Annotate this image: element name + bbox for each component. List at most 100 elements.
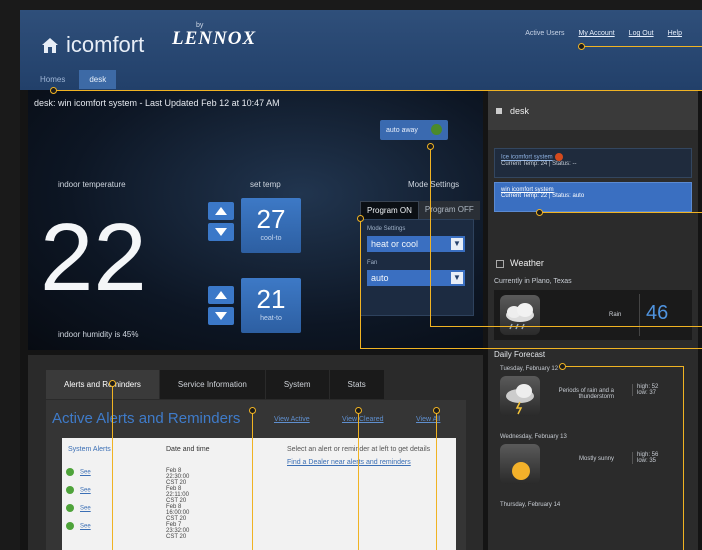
arrow-down-icon <box>215 228 227 236</box>
callout-dot <box>109 380 116 387</box>
program-on-tab[interactable]: Program ON <box>360 201 419 220</box>
view-cleared-link[interactable]: View Cleared <box>342 416 384 423</box>
daily-forecast-title: Daily Forecast <box>494 350 546 359</box>
program-tabs: Program ON Program OFF <box>360 201 480 220</box>
callout-dot <box>559 363 566 370</box>
header-links: Active Users My Account Log Out Help <box>525 30 682 37</box>
sun-cloud-icon <box>500 444 540 484</box>
callout-dot <box>355 407 362 414</box>
callout-line <box>582 46 702 47</box>
system-name[interactable]: Ice icomfort system <box>501 155 553 161</box>
fan-label: Fan <box>367 260 378 266</box>
heat-setpoint[interactable]: 21 heat-to <box>241 278 301 333</box>
system-item-1[interactable]: Ice icomfort system Current Temp: 24 | S… <box>494 148 692 178</box>
callout-line <box>436 410 437 550</box>
see-link[interactable]: See <box>80 506 91 512</box>
see-link[interactable]: See <box>80 470 91 476</box>
home-tabs: Homes desk <box>30 70 117 89</box>
weather-icon <box>496 260 504 268</box>
view-active-link[interactable]: View Active <box>274 416 310 423</box>
auto-away-button[interactable]: auto away <box>380 120 448 140</box>
heat-down-button[interactable] <box>208 307 234 325</box>
auto-away-label: auto away <box>386 126 418 134</box>
check-icon <box>66 504 74 512</box>
cool-down-button[interactable] <box>208 223 234 241</box>
rain-cloud-icon <box>500 295 540 335</box>
find-dealer-link[interactable]: Find a Dealer near alerts and reminders <box>287 459 437 466</box>
callout-line <box>360 348 702 349</box>
panel-title: desk: win icomfort system - Last Updated… <box>34 98 280 108</box>
mode-field-label: Mode Settings <box>367 226 406 232</box>
fan-select[interactable]: auto ▼ <box>367 270 465 286</box>
callout-line <box>683 366 684 550</box>
arrow-up-icon <box>215 207 227 215</box>
brand-name: icomfort <box>66 32 145 57</box>
alert-row[interactable]: See Feb 8 22:11:00 CST 20 <box>66 486 189 504</box>
heat-up-button[interactable] <box>208 286 234 304</box>
cool-setpoint[interactable]: 27 cool-to <box>241 198 301 253</box>
dropdown-icon: ▼ <box>451 238 463 250</box>
alert-date: Feb 8 22:30:00 CST 20 <box>166 468 190 486</box>
weather-title: Weather <box>510 258 544 268</box>
forecast-date: Tuesday, February 12 <box>500 366 559 372</box>
cool-value: 27 <box>256 204 286 234</box>
icomfort-logo: icomfort <box>40 32 144 58</box>
my-account-link[interactable]: My Account <box>578 30 614 37</box>
see-link[interactable]: See <box>80 488 91 494</box>
house-icon <box>42 38 58 53</box>
tab-alerts[interactable]: Alerts and Reminders <box>46 370 159 399</box>
system-status: Current Temp: 22 | Status: auto <box>501 193 585 199</box>
arrow-up-icon <box>215 291 227 299</box>
alert-row[interactable]: See Feb 8 22:30:00 CST 20 <box>66 468 189 486</box>
dropdown-icon: ▼ <box>451 272 463 284</box>
tab-system[interactable]: System <box>265 370 329 399</box>
active-users: Active Users <box>525 30 565 37</box>
log-out-link[interactable]: Log Out <box>629 30 654 37</box>
callout-dot <box>578 43 585 50</box>
tab-desk[interactable]: desk <box>79 70 117 89</box>
check-icon <box>66 522 74 530</box>
alert-row[interactable]: See Feb 8 16:00:00 CST 20 <box>66 504 189 522</box>
forecast-day: Wednesday, February 13 Mostly sunny high… <box>494 430 692 490</box>
home-icon <box>496 108 502 114</box>
indoor-temperature: 22 <box>40 204 147 311</box>
help-link[interactable]: Help <box>668 30 682 37</box>
heat-caption: heat-to <box>260 315 282 322</box>
callout-dot <box>357 215 364 222</box>
indoor-temp-label: indoor temperature <box>58 180 126 189</box>
callout-line <box>112 383 113 550</box>
alert-row[interactable]: See Feb 7 23:32:00 CST 20 <box>66 522 189 540</box>
tab-service-information[interactable]: Service Information <box>159 370 265 399</box>
tab-stats[interactable]: Stats <box>329 370 384 399</box>
callout-line <box>540 212 702 213</box>
header: icomfort by LENNOX Active Users My Accou… <box>20 10 702 90</box>
home-header: desk <box>488 90 698 130</box>
system-item-2[interactable]: win icomfort system Current Temp: 22 | S… <box>494 182 692 212</box>
heat-value: 21 <box>256 284 286 314</box>
weather-location: Currently in Plano, Texas <box>494 278 572 285</box>
bottom-section: Alerts and Reminders Service Information… <box>28 355 483 550</box>
callout-line <box>358 410 359 550</box>
lennox-logo: LENNOX <box>172 28 257 49</box>
callout-dot <box>427 143 434 150</box>
alerts-table: System Alerts Date and time See Feb 8 22… <box>62 438 456 550</box>
alert-hint: Select an alert or reminder at left to g… <box>287 446 437 466</box>
alert-date: Feb 8 22:11:00 CST 20 <box>166 486 189 504</box>
forecast-desc: Periods of rain and a thunderstorm <box>558 388 614 400</box>
callout-line <box>563 366 683 367</box>
program-off-tab[interactable]: Program OFF <box>418 201 480 220</box>
mode-select[interactable]: heat or cool ▼ <box>367 236 465 252</box>
cool-up-button[interactable] <box>208 202 234 220</box>
see-link[interactable]: See <box>80 524 91 530</box>
mode-settings-label: Mode Settings <box>408 180 460 189</box>
current-weather-desc: Rain <box>609 312 622 318</box>
system-status: Current Temp: 24 | Status: -- <box>501 161 577 167</box>
alert-date: Feb 7 23:32:00 CST 20 <box>166 522 190 540</box>
forecast-date: Wednesday, February 13 <box>500 434 567 440</box>
alert-date: Feb 8 16:00:00 CST 20 <box>166 504 190 522</box>
forecast-date: Thursday, February 14 <box>500 502 561 508</box>
forecast-low: low: 37 <box>637 390 657 396</box>
forecast-day: Thursday, February 14 <box>494 498 692 550</box>
callout-dot <box>249 407 256 414</box>
thermostat-panel: desk: win icomfort system - Last Updated… <box>28 90 483 350</box>
